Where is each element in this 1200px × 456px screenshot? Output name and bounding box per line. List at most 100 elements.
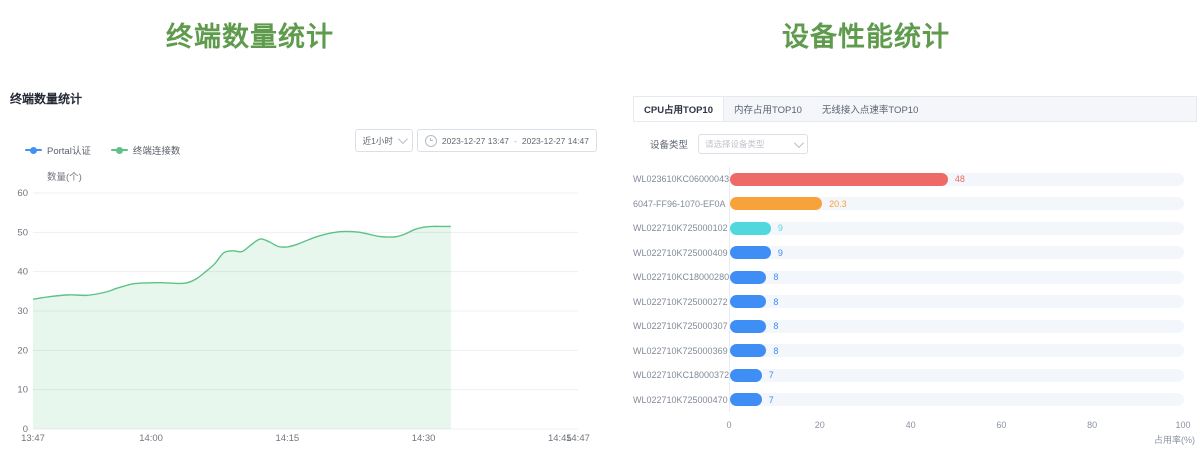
bar-track: 9 [730, 246, 1184, 259]
bar-value-label: 48 [955, 174, 965, 184]
x-tick: 14:45 [548, 433, 572, 444]
bar-chart-x-axis: 占用率(%) 020406080100 [633, 420, 1197, 448]
device-performance-section: 设备性能统计 CPU占用TOP10 内存占用TOP10 无线接入点速率TOP10… [600, 0, 1200, 456]
bar-track: 7 [730, 393, 1184, 406]
y-tick: 60 [17, 188, 28, 199]
bar-track: 48 [730, 173, 1184, 186]
section-title-terminal-count: 终端数量统计 [0, 15, 500, 54]
time-range-select[interactable]: 近1小时 [355, 129, 413, 152]
bar-track: 8 [730, 295, 1184, 308]
x-tick: 100 [1175, 420, 1190, 430]
cpu-top10-bar-chart: WL023610KC06000043 48 6047-FF96-1070-EF0A 2… [633, 167, 1197, 448]
bar-track: 7 [730, 369, 1184, 382]
bar-fill [730, 222, 771, 235]
chart-legend: Portal认证 终端连接数 [25, 143, 180, 157]
chevron-down-icon [398, 134, 408, 144]
y-tick: 10 [17, 385, 28, 396]
tab-memory-top10[interactable]: 内存占用TOP10 [724, 97, 812, 121]
bar-value-label: 8 [773, 272, 778, 282]
legend-item-portal[interactable]: Portal认证 [25, 143, 91, 157]
bar-track: 20.3 [730, 197, 1184, 210]
bar-fill [730, 393, 762, 406]
device-type-select[interactable]: 请选择设备类型 [698, 134, 808, 154]
bar-rows: WL023610KC06000043 48 6047-FF96-1070-EF0A 2… [633, 167, 1197, 412]
x-tick: 60 [996, 420, 1006, 430]
device-name-label: WL022710K725000272 [633, 297, 730, 307]
bar-track: 9 [730, 222, 1184, 235]
legend-label: 终端连接数 [133, 143, 181, 157]
bar-track: 8 [730, 344, 1184, 357]
y-axis-title: 数量(个) [47, 171, 82, 183]
bar-value-label: 20.3 [829, 199, 847, 209]
device-type-filter: 设备类型 请选择设备类型 [650, 134, 1197, 154]
bar-row: WL022710K725000369 8 [633, 339, 1197, 364]
bar-row: WL022710K7250004099 [633, 241, 1197, 266]
time-controls: 近1小时 2023-12-27 13:47 - 2023-12-27 14:47 [355, 129, 597, 152]
y-tick: 20 [17, 345, 28, 356]
performance-tabs: CPU占用TOP10 内存占用TOP10 无线接入点速率TOP10 [633, 96, 1197, 122]
x-tick: 20 [815, 420, 825, 430]
device-type-placeholder: 请选择设备类型 [705, 138, 765, 150]
bar-fill [730, 246, 771, 259]
device-name-label: WL022710K725000307 [633, 321, 730, 331]
chevron-down-icon [794, 138, 804, 148]
bar-row: WL022710KC180003727 [633, 363, 1197, 388]
x-tick: 14:00 [139, 433, 163, 444]
y-tick: 30 [17, 306, 28, 317]
y-tick: 50 [17, 227, 28, 238]
y-tick: 40 [17, 267, 28, 278]
bar-fill [730, 369, 762, 382]
bar-value-label: 7 [769, 395, 774, 405]
bar-track: 8 [730, 271, 1184, 284]
bar-value-label: 7 [769, 370, 774, 380]
bar-row: WL022710K725000470 7 [633, 388, 1197, 413]
bar-value-label: 8 [773, 321, 778, 331]
legend-item-terminal-connections[interactable]: 终端连接数 [111, 143, 181, 157]
date-range-start: 2023-12-27 13:47 [442, 136, 509, 146]
device-name-label: WL022710K725000470 [633, 395, 730, 405]
panel-title: 终端数量统计 [10, 90, 82, 107]
x-tick: 14:15 [275, 433, 299, 444]
device-name-label: 6047-FF96-1070-EF0A [633, 199, 730, 209]
date-range-picker[interactable]: 2023-12-27 13:47 - 2023-12-27 14:47 [417, 129, 597, 152]
device-performance-card: CPU占用TOP10 内存占用TOP10 无线接入点速率TOP10 设备类型 请… [633, 96, 1197, 448]
device-type-label: 设备类型 [650, 137, 688, 151]
bar-value-label: 8 [773, 346, 778, 356]
bar-track: 8 [730, 320, 1184, 333]
bar-row: WL022710K725000272 8 [633, 290, 1197, 315]
legend-marker-icon [111, 146, 128, 155]
bar-row: 6047-FF96-1070-EF0A 20.3 [633, 192, 1197, 217]
bar-fill [730, 295, 766, 308]
x-tick: 13:47 [21, 433, 45, 444]
legend-label: Portal认证 [47, 143, 91, 157]
x-axis-title: 占用率(%) [1154, 433, 1195, 446]
section-title-device-performance: 设备性能统计 [616, 15, 1116, 54]
device-name-label: WL022710KC18000280 [633, 272, 730, 282]
bar-row: WL022710K725000102 9 [633, 216, 1197, 241]
series-line [33, 226, 451, 299]
bar-row: WL022710KC18000280 8 [633, 265, 1197, 290]
clock-icon [425, 135, 437, 147]
x-tick: 0 [726, 420, 731, 430]
bar-value-label: 9 [778, 223, 783, 233]
device-name-label: WL022710K725000369 [633, 346, 730, 356]
bar-fill [730, 173, 948, 186]
device-name-label: WL023610KC06000043 [633, 174, 730, 184]
bar-fill [730, 320, 766, 333]
bar-fill [730, 271, 766, 284]
series-area [33, 226, 451, 429]
y-tick: 0 [23, 424, 28, 435]
legend-marker-icon [25, 146, 42, 155]
bar-row: WL022710K725000307 8 [633, 314, 1197, 339]
x-tick: 14:47 [566, 433, 590, 444]
time-range-value: 近1小时 [363, 135, 393, 147]
tab-wireless-ap-rate-top10[interactable]: 无线接入点速率TOP10 [812, 97, 928, 121]
bar-value-label: 8 [773, 297, 778, 307]
bar-row: WL023610KC06000043 48 [633, 167, 1197, 192]
terminal-count-section: 终端数量统计 数量(个) 010203040506013:4714:0014:1… [0, 0, 600, 456]
device-name-label: WL022710K725000102 [633, 223, 730, 233]
bar-fill [730, 197, 822, 210]
tab-cpu-top10[interactable]: CPU占用TOP10 [634, 97, 724, 121]
terminal-count-chart: 数量(个) 010203040506013:4714:0014:1514:301… [0, 0, 600, 456]
date-range-end: 2023-12-27 14:47 [522, 136, 589, 146]
